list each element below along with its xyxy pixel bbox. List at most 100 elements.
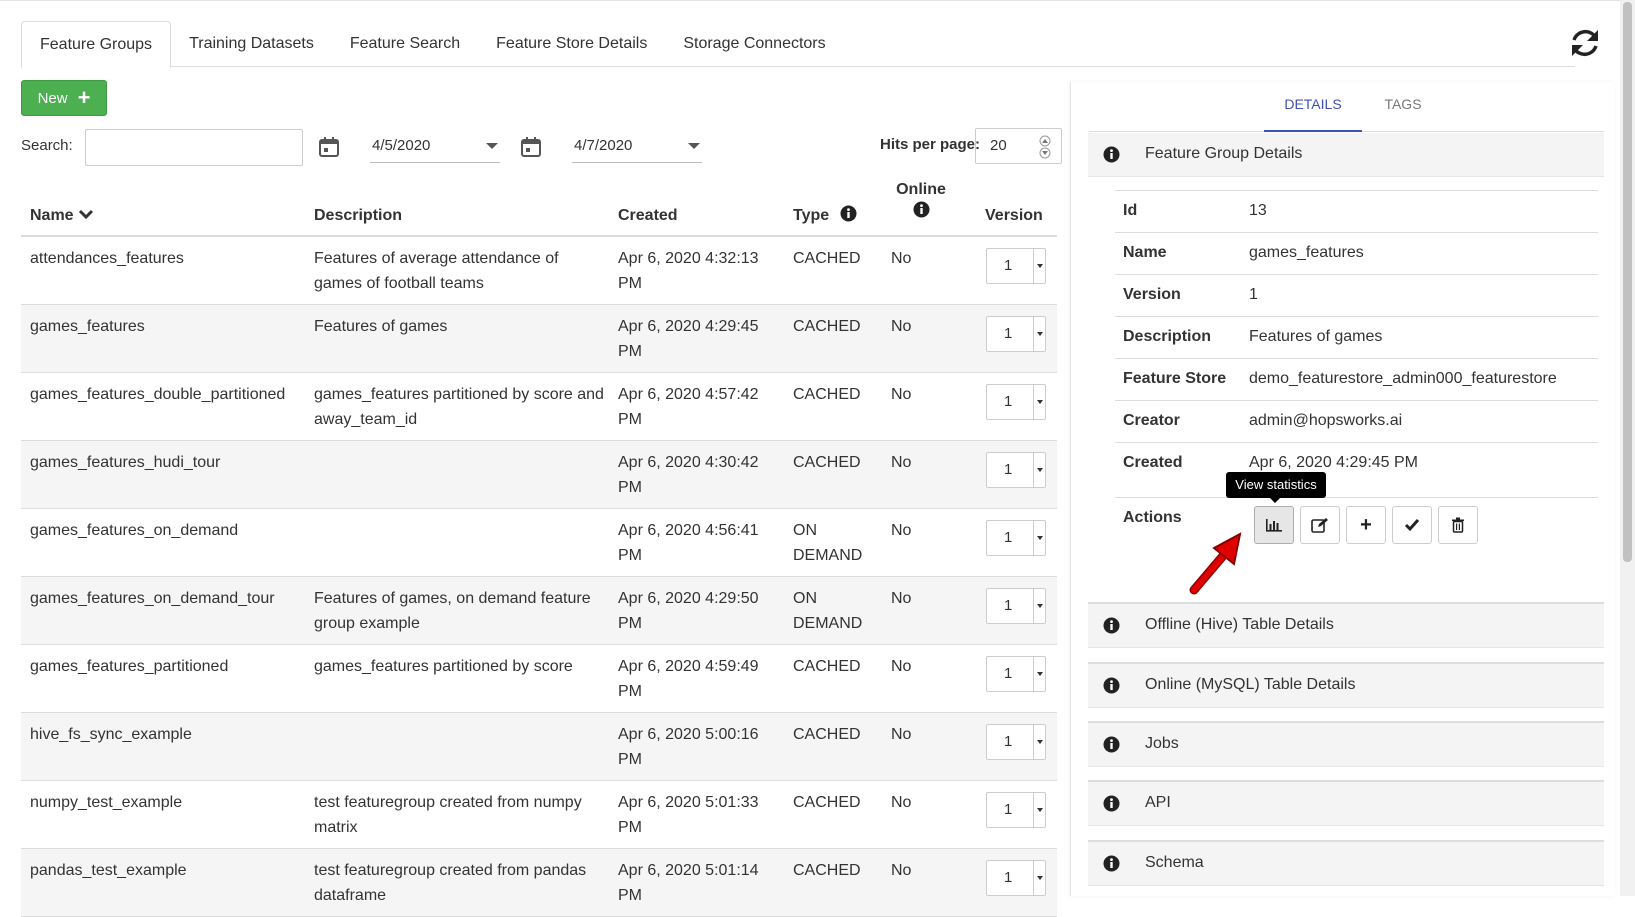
spinner-icon[interactable] — [1039, 135, 1051, 159]
scrollbar[interactable] — [1620, 0, 1635, 896]
row-type: CACHED — [793, 862, 861, 879]
version-select[interactable]: 1 — [986, 316, 1046, 352]
tab-training-datasets[interactable]: Training Datasets — [171, 21, 332, 67]
caret-down-icon — [1033, 317, 1045, 351]
version-value: 1 — [1004, 393, 1013, 410]
tab-tags[interactable]: TAGS — [1371, 82, 1435, 132]
scrollbar-thumb[interactable] — [1623, 2, 1632, 562]
calendar-icon[interactable] — [520, 136, 542, 158]
detail-key: Name — [1123, 244, 1167, 261]
row-created: Apr 6, 2020 4:32:13 PM — [618, 250, 759, 292]
calendar-icon[interactable] — [318, 136, 340, 158]
row-type: CACHED — [793, 250, 861, 267]
date-from-field[interactable]: 4/5/2020 — [370, 129, 500, 163]
table-row[interactable]: hive_fs_sync_example Apr 6, 2020 5:00:16 … — [21, 713, 1057, 781]
header-online[interactable]: Online — [891, 179, 951, 225]
header-created[interactable]: Created — [618, 207, 678, 225]
row-created: Apr 6, 2020 4:30:42 PM — [618, 454, 759, 496]
table-row[interactable]: games_features_double_partitioned games_f… — [21, 373, 1057, 441]
row-created: Apr 6, 2020 4:29:45 PM — [618, 318, 759, 360]
version-select[interactable]: 1 — [986, 588, 1046, 624]
tab-feature-groups[interactable]: Feature Groups — [21, 21, 172, 68]
tab-feature-store-details[interactable]: Feature Store Details — [478, 21, 665, 67]
section-title: Schema — [1145, 854, 1204, 871]
table-header: Name Description Created Type Online Ver… — [21, 181, 1057, 237]
version-select[interactable]: 1 — [986, 792, 1046, 828]
row-type: CACHED — [793, 318, 861, 335]
info-icon — [1103, 736, 1120, 753]
panel-section[interactable]: Jobs — [1088, 723, 1604, 767]
table-row[interactable]: games_features_on_demand Apr 6, 2020 4:56… — [21, 509, 1057, 577]
hits-per-page-input[interactable]: 20 — [975, 128, 1062, 164]
version-select[interactable]: 1 — [986, 520, 1046, 556]
row-name[interactable]: games_features_hudi_tour — [30, 450, 310, 475]
table-row[interactable]: games_features_hudi_tour Apr 6, 2020 4:30… — [21, 441, 1057, 509]
check-button[interactable] — [1392, 506, 1432, 544]
info-icon — [1103, 677, 1120, 694]
panel-section[interactable]: API — [1088, 782, 1604, 826]
header-type[interactable]: Type — [793, 205, 857, 225]
table-row[interactable]: numpy_test_example test featuregroup crea… — [21, 781, 1057, 849]
info-icon — [1103, 855, 1120, 872]
row-name[interactable]: pandas_test_example — [30, 858, 310, 883]
row-online: No — [891, 658, 912, 675]
header-name[interactable]: Name — [30, 207, 94, 225]
header-version[interactable]: Version — [985, 207, 1043, 225]
row-created: Apr 6, 2020 5:01:33 PM — [618, 794, 759, 836]
detail-key: Feature Store — [1123, 370, 1227, 387]
row-created: Apr 6, 2020 4:56:41 PM — [618, 522, 759, 564]
table-row[interactable]: games_features_partitioned games_features… — [21, 645, 1057, 713]
row-name[interactable]: hive_fs_sync_example — [30, 722, 310, 747]
row-name[interactable]: games_features_on_demand — [30, 518, 310, 543]
view-statistics-button[interactable] — [1254, 506, 1294, 544]
version-select[interactable]: 1 — [986, 452, 1046, 488]
row-online: No — [891, 726, 912, 743]
panel-section[interactable]: Online (MySQL) Table Details — [1088, 664, 1604, 708]
trash-icon — [1452, 517, 1464, 533]
caret-down-icon — [1033, 657, 1045, 691]
row-name[interactable]: numpy_test_example — [30, 790, 310, 815]
row-type: CACHED — [793, 726, 861, 743]
feature-groups-table: Name Description Created Type Online Ver… — [21, 181, 1057, 917]
row-name[interactable]: games_features_double_partitioned — [30, 382, 310, 407]
row-name[interactable]: games_features_partitioned — [30, 654, 310, 679]
tab-storage-connectors[interactable]: Storage Connectors — [665, 21, 843, 67]
tab-details[interactable]: DETAILS — [1264, 82, 1362, 132]
hits-per-page-value: 20 — [990, 137, 1007, 154]
red-arrow-annotation — [1189, 532, 1242, 595]
header-description[interactable]: Description — [314, 207, 402, 225]
panel-section[interactable]: Offline (Hive) Table Details — [1088, 604, 1604, 648]
main-tabs: Feature Groups Training Datasets Feature… — [21, 21, 1575, 68]
version-select[interactable]: 1 — [986, 656, 1046, 692]
row-created: Apr 6, 2020 4:57:42 PM — [618, 386, 759, 428]
row-name[interactable]: games_features — [30, 314, 310, 339]
detail-row: Id 13 — [1115, 190, 1598, 233]
version-select[interactable]: 1 — [986, 860, 1046, 896]
add-button[interactable]: + — [1346, 506, 1386, 544]
version-select[interactable]: 1 — [986, 384, 1046, 420]
row-type: CACHED — [793, 454, 861, 471]
section-feature-group-details[interactable]: Feature Group Details — [1088, 133, 1604, 177]
table-row[interactable]: games_features_on_demand_tour Features of… — [21, 577, 1057, 645]
panel-section[interactable]: Schema — [1088, 842, 1604, 886]
date-to-field[interactable]: 4/7/2020 — [572, 129, 702, 163]
table-row[interactable]: attendances_features Features of average … — [21, 237, 1057, 305]
tab-feature-search[interactable]: Feature Search — [332, 21, 478, 67]
table-row[interactable]: pandas_test_example test featuregroup cre… — [21, 849, 1057, 917]
version-select[interactable]: 1 — [986, 724, 1046, 760]
row-online: No — [891, 318, 912, 335]
table-row[interactable]: games_features Features of games Apr 6, 20… — [21, 305, 1057, 373]
row-name[interactable]: attendances_features — [30, 246, 310, 271]
row-name[interactable]: games_features_on_demand_tour — [30, 586, 310, 611]
section-title: Feature Group Details — [1145, 145, 1303, 162]
refresh-icon[interactable] — [1568, 26, 1602, 60]
edit-button[interactable] — [1300, 506, 1340, 544]
version-select[interactable]: 1 — [986, 248, 1046, 284]
row-type: CACHED — [793, 794, 861, 811]
new-button[interactable]: New + — [21, 80, 107, 116]
info-icon — [1103, 146, 1120, 163]
caret-down-icon — [1033, 589, 1045, 623]
search-input[interactable] — [85, 129, 303, 166]
caret-down-icon — [1033, 385, 1045, 419]
delete-button[interactable] — [1438, 506, 1478, 544]
